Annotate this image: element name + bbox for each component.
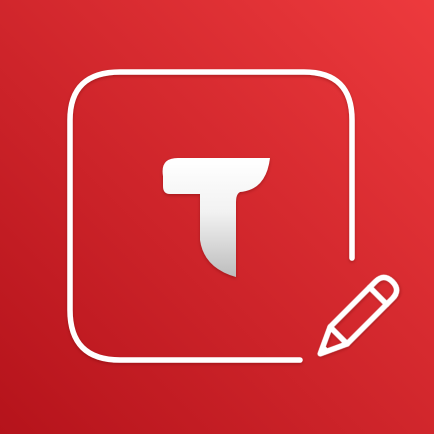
app-icon: T — [0, 0, 434, 434]
app-icon-artwork: T — [0, 0, 434, 434]
